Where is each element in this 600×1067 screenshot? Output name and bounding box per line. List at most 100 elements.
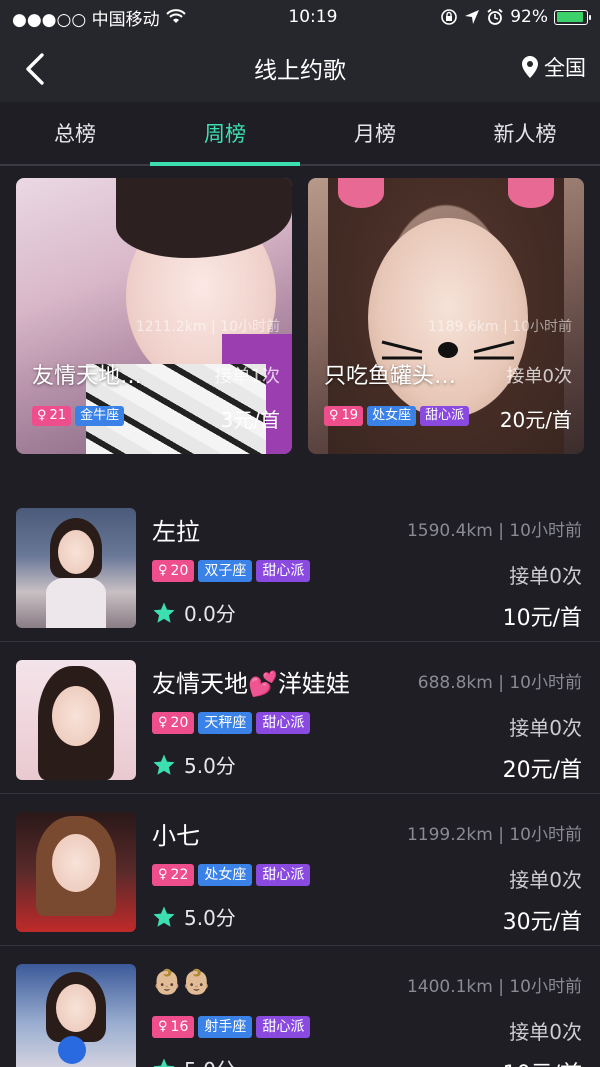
card-orders: 接单1次 bbox=[214, 366, 280, 387]
featured-cards: 1211.2km | 10小时前 友情天地… 接单1次 ♀ 21 金牛座 3元/首… bbox=[0, 166, 600, 454]
carrier-label: ●●●○○ 中国移动 bbox=[12, 9, 160, 30]
star-icon bbox=[153, 1058, 175, 1067]
order-count: 接单0次 bbox=[509, 564, 582, 588]
singer-list: 左拉 1590.4km | 10小时前 ♀ 20 双子座 甜心派 接单0次 0.0… bbox=[0, 490, 600, 1067]
star-icon bbox=[153, 906, 175, 927]
zodiac-tag: 天秤座 bbox=[198, 712, 253, 734]
featured-card[interactable]: 1211.2km | 10小时前 友情天地… 接单1次 ♀ 21 金牛座 3元/首 bbox=[16, 178, 292, 454]
card-orders: 接单0次 bbox=[506, 366, 572, 387]
singer-tags: ♀ 22 处女座 甜心派 bbox=[152, 864, 311, 886]
order-count: 接单0次 bbox=[509, 1020, 582, 1044]
age-tag: ♀ 21 bbox=[32, 406, 72, 426]
age-value: 20 bbox=[170, 715, 189, 731]
back-chevron-icon[interactable] bbox=[20, 52, 54, 86]
location-arrow-icon bbox=[465, 10, 480, 24]
card-tags: ♀ 21 金牛座 bbox=[32, 406, 125, 426]
age-tag: ♀ 19 bbox=[324, 406, 364, 426]
price: 20元/首 bbox=[502, 758, 582, 783]
age-value: 21 bbox=[49, 408, 67, 423]
singer-name: 左拉 bbox=[152, 518, 200, 546]
age-tag: ♀ 20 bbox=[152, 712, 195, 734]
style-tag: 甜心派 bbox=[256, 1016, 311, 1038]
female-icon: ♀ bbox=[329, 408, 339, 423]
card-name: 友情天地… bbox=[32, 364, 143, 389]
ranking-tabs: 总榜 周榜 月榜 新人榜 bbox=[0, 102, 600, 166]
singer-name: 友情天地💕洋娃娃 bbox=[152, 670, 350, 698]
avatar bbox=[16, 660, 136, 780]
tab-newcomers[interactable]: 新人榜 bbox=[450, 102, 600, 164]
style-tag: 甜心派 bbox=[256, 560, 311, 582]
rating-value: 5.0分 bbox=[184, 906, 236, 930]
rating: 0.0分 bbox=[152, 598, 236, 627]
distance-time: 688.8km | 10小时前 bbox=[417, 673, 582, 693]
page-title: 线上约歌 bbox=[254, 58, 346, 84]
price: 10元/首 bbox=[503, 1056, 582, 1067]
tab-monthly[interactable]: 月榜 bbox=[300, 102, 450, 164]
zodiac-tag: 射手座 bbox=[198, 1016, 253, 1038]
style-tag: 甜心派 bbox=[256, 864, 311, 886]
rating-value: 0.0分 bbox=[184, 602, 236, 626]
cat-ear-icon bbox=[338, 178, 384, 208]
female-icon: ♀ bbox=[37, 408, 47, 423]
rating-value: 5.0分 bbox=[184, 1054, 236, 1067]
rating: 5.0分 bbox=[152, 750, 236, 779]
singer-name: 小七 bbox=[152, 822, 200, 850]
card-photo-detail bbox=[116, 178, 292, 258]
zodiac-tag: 处女座 bbox=[367, 406, 417, 426]
age-tag: ♀ 22 bbox=[152, 864, 195, 886]
card-distance-time: 1211.2km | 10小时前 bbox=[135, 319, 280, 335]
distance-time: 1199.2km | 10小时前 bbox=[406, 825, 582, 845]
singer-name: 👶🏼👶🏼 bbox=[152, 968, 212, 996]
orientation-lock-icon bbox=[441, 9, 458, 25]
rating: 5.0分 bbox=[152, 1054, 236, 1067]
age-tag: ♀ 16 bbox=[152, 1016, 195, 1038]
list-item[interactable]: 小七 1199.2km | 10小时前 ♀ 22 处女座 甜心派 接单0次 5.0… bbox=[0, 794, 600, 946]
order-count: 接单0次 bbox=[509, 716, 582, 740]
location-label: 全国 bbox=[544, 56, 586, 80]
singer-tags: ♀ 20 天秤座 甜心派 bbox=[152, 712, 311, 734]
card-name: 只吃鱼罐头… bbox=[324, 364, 457, 389]
alarm-icon bbox=[487, 8, 503, 25]
tab-overall[interactable]: 总榜 bbox=[0, 102, 150, 164]
status-bar: ●●●○○ 中国移动 10:19 92% bbox=[0, 0, 600, 34]
age-value: 22 bbox=[170, 867, 189, 883]
card-price: 20元/首 bbox=[499, 408, 572, 432]
style-tag: 甜心派 bbox=[256, 712, 311, 734]
card-distance-time: 1189.6km | 10小时前 bbox=[427, 319, 572, 335]
order-count: 接单0次 bbox=[509, 868, 582, 892]
female-icon: ♀ bbox=[158, 867, 168, 882]
featured-card[interactable]: 1189.6km | 10小时前 只吃鱼罐头… 接单0次 ♀ 19 处女座 甜心派… bbox=[308, 178, 584, 454]
battery-percent: 92% bbox=[510, 7, 548, 27]
star-icon bbox=[153, 754, 175, 775]
price: 10元/首 bbox=[502, 606, 582, 631]
distance-time: 1590.4km | 10小时前 bbox=[406, 521, 582, 541]
age-value: 19 bbox=[341, 408, 359, 423]
rating-value: 5.0分 bbox=[184, 754, 236, 778]
battery-icon bbox=[554, 9, 591, 25]
status-left: ●●●○○ 中国移动 bbox=[12, 5, 186, 30]
age-value: 20 bbox=[170, 563, 189, 579]
female-icon: ♀ bbox=[158, 563, 168, 578]
avatar bbox=[16, 964, 136, 1067]
list-item[interactable]: 友情天地💕洋娃娃 688.8km | 10小时前 ♀ 20 天秤座 甜心派 接单0… bbox=[0, 642, 600, 794]
nav-bar: 线上约歌 全国 bbox=[0, 34, 600, 102]
clock: 10:19 bbox=[288, 7, 338, 27]
list-item[interactable]: 👶🏼👶🏼 1400.1km | 10小时前 ♀16 射手座 甜心派 接单0次 5… bbox=[0, 946, 600, 1067]
tab-weekly[interactable]: 周榜 bbox=[150, 102, 300, 166]
female-icon: ♀ bbox=[158, 1019, 168, 1034]
zodiac-tag: 金牛座 bbox=[75, 406, 125, 426]
zodiac-tag: 双子座 bbox=[198, 560, 253, 582]
location-selector[interactable]: 全国 bbox=[520, 52, 586, 82]
price: 30元/首 bbox=[502, 910, 582, 935]
location-pin-icon bbox=[522, 56, 538, 78]
card-tags: ♀ 19 处女座 甜心派 bbox=[324, 406, 470, 426]
avatar bbox=[16, 508, 136, 628]
female-icon: ♀ bbox=[158, 715, 168, 730]
list-item[interactable]: 左拉 1590.4km | 10小时前 ♀ 20 双子座 甜心派 接单0次 0.0… bbox=[0, 490, 600, 642]
wifi-icon bbox=[165, 9, 186, 23]
singer-tags: ♀ 16 射手座 甜心派 bbox=[152, 1016, 311, 1038]
age-tag: ♀ 20 bbox=[152, 560, 195, 582]
zodiac-tag: 处女座 bbox=[198, 864, 253, 886]
distance-time: 1400.1km | 10小时前 bbox=[406, 977, 582, 997]
age-value: 16 bbox=[170, 1019, 189, 1035]
